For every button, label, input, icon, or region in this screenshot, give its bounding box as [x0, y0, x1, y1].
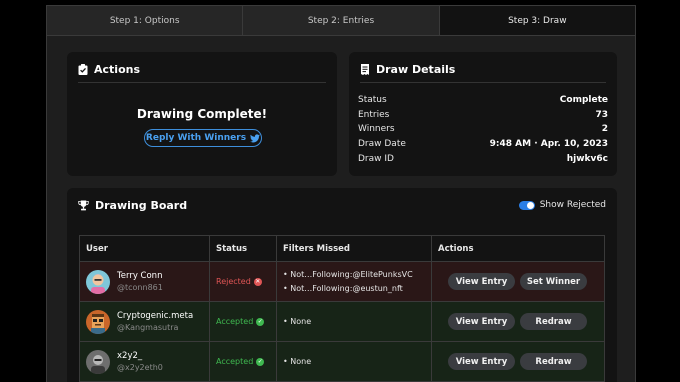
detail-label: Status [358, 95, 387, 105]
user-name: Cryptogenic.meta [117, 310, 194, 321]
filter-item: • None [283, 356, 312, 366]
user-name: x2y2_ [117, 350, 143, 361]
step-tabs: Step 1: Options Step 2: Entries Step 3: … [47, 6, 635, 36]
table-row: Cryptogenic.meta @Kangmasutra Accepted ✓… [80, 302, 604, 342]
user-info: Cryptogenic.meta @Kangmasutra [117, 311, 193, 333]
x-circle-icon: ✕ [253, 277, 262, 286]
actions-cell: View Entry Set Winner [432, 262, 604, 301]
details-list: Status Complete Entries 73 Winners 2 Dra… [358, 95, 608, 168]
user-handle[interactable]: @x2y2eth0 [117, 362, 163, 373]
status-cell: Accepted ✓ [210, 342, 277, 381]
reply-button-label: Reply With Winners [145, 133, 247, 143]
board-header: Drawing Board [78, 199, 187, 212]
twitter-bird-icon [250, 133, 261, 142]
user-info: Terry Conn @tconn861 [117, 271, 163, 293]
entries-table: User Status Filters Missed Actions Terry… [79, 235, 605, 382]
drawing-board-card: Drawing Board Show Rejected User Status … [67, 188, 617, 382]
trophy-icon [78, 200, 89, 211]
tab-draw[interactable]: Step 3: Draw [439, 6, 635, 35]
detail-row-status: Status Complete [358, 95, 608, 110]
column-header-user: User [80, 236, 210, 261]
filters-cell: • Not…Following:@ElitePunksVC • Not…Foll… [277, 262, 432, 301]
status-cell: Accepted ✓ [210, 302, 277, 341]
tab-options[interactable]: Step 1: Options [47, 6, 244, 35]
detail-value: hjwkv6c [566, 153, 608, 164]
avatar [86, 269, 110, 294]
filter-item: • Not…Following:@ElitePunksVC [283, 269, 413, 279]
detail-label: Draw Date [358, 139, 406, 150]
user-cell: x2y2_ @x2y2eth0 [80, 342, 210, 381]
detail-value: Complete [559, 95, 608, 105]
table-row: Terry Conn @tconn861 Rejected ✕ • Not…Fo… [80, 262, 604, 302]
filter-item: • Not…Following:@eustun_nft [283, 283, 403, 293]
show-rejected-label: Show Rejected [539, 200, 606, 210]
clipboard-check-icon [78, 64, 88, 75]
column-header-status: Status [210, 236, 277, 261]
divider [78, 82, 326, 83]
drawing-status-text: Drawing Complete! [136, 107, 268, 121]
user-cell: Cryptogenic.meta @Kangmasutra [80, 302, 210, 341]
detail-value: 73 [595, 109, 608, 120]
view-entry-button[interactable]: View Entry [448, 273, 515, 290]
tab-entries[interactable]: Step 2: Entries [243, 6, 440, 35]
actions-cell: View Entry Redraw [432, 342, 604, 381]
detail-row-winners: Winners 2 [358, 124, 608, 139]
user-handle[interactable]: @Kangmasutra [117, 322, 193, 333]
status-badge: Accepted [216, 317, 254, 326]
show-rejected-control: Show Rejected [518, 200, 606, 210]
board-title: Drawing Board [95, 199, 188, 212]
actions-cell: View Entry Redraw [432, 302, 604, 341]
table-header: User Status Filters Missed Actions [80, 236, 604, 262]
reply-with-winners-button[interactable]: Reply With Winners [144, 129, 262, 147]
detail-label: Entries [358, 109, 390, 120]
actions-card: Actions Drawing Complete! Reply With Win… [67, 52, 337, 176]
filters-cell: • None [277, 342, 432, 381]
draw-details-card: Draw Details Status Complete Entries 73 … [349, 52, 617, 176]
avatar [86, 349, 110, 374]
redraw-button[interactable]: Redraw [520, 353, 587, 370]
detail-row-draw-id: Draw ID hjwkv6c [358, 154, 608, 169]
user-name: Terry Conn [117, 270, 163, 281]
view-entry-button[interactable]: View Entry [448, 353, 515, 370]
giveaway-panel: Step 1: Options Step 2: Entries Step 3: … [46, 5, 636, 382]
divider [360, 82, 606, 83]
user-cell: Terry Conn @tconn861 [80, 262, 210, 301]
user-handle[interactable]: @tconn861 [117, 282, 163, 293]
set-winner-button[interactable]: Set Winner [520, 273, 587, 290]
detail-label: Draw ID [358, 153, 394, 164]
redraw-button[interactable]: Redraw [520, 313, 587, 330]
filters-cell: • None [277, 302, 432, 341]
detail-value: 2 [601, 124, 608, 135]
details-header: Draw Details [360, 63, 455, 76]
user-info: x2y2_ @x2y2eth0 [117, 351, 163, 373]
status-cell: Rejected ✕ [210, 262, 277, 301]
view-entry-button[interactable]: View Entry [448, 313, 515, 330]
filter-item: • None [283, 316, 312, 326]
detail-value: 9:48 AM · Apr. 10, 2023 [489, 139, 608, 150]
status-badge: Accepted [216, 357, 254, 366]
column-header-actions: Actions [438, 243, 474, 254]
details-title: Draw Details [376, 63, 456, 76]
actions-header: Actions [78, 63, 140, 76]
detail-row-entries: Entries 73 [358, 110, 608, 125]
status-badge: Rejected [216, 277, 251, 286]
check-circle-icon: ✓ [256, 317, 265, 326]
check-circle-icon: ✓ [256, 357, 265, 366]
receipt-icon [361, 64, 369, 75]
table-row: x2y2_ @x2y2eth0 Accepted ✓ • None View E… [80, 342, 604, 382]
show-rejected-toggle[interactable] [518, 200, 535, 210]
column-header-filters: Filters Missed [277, 236, 432, 261]
avatar [86, 309, 110, 334]
actions-title: Actions [94, 63, 140, 76]
detail-row-draw-date: Draw Date 9:48 AM · Apr. 10, 2023 [358, 139, 608, 154]
detail-label: Winners [358, 124, 395, 135]
